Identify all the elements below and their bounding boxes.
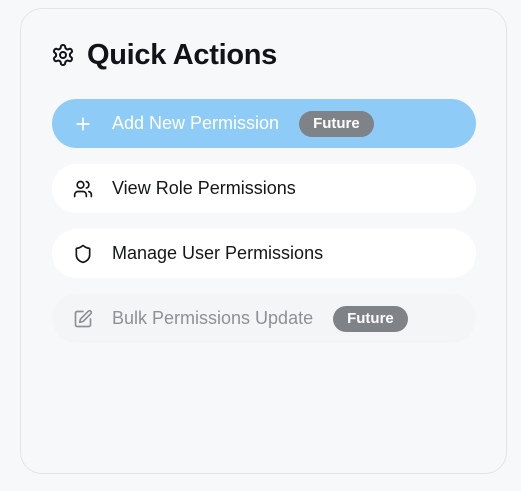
gear-icon bbox=[51, 43, 75, 67]
shield-icon bbox=[72, 243, 94, 265]
future-badge: Future bbox=[299, 110, 374, 137]
action-label: Add New Permission bbox=[112, 113, 280, 133]
view-role-permissions-button[interactable]: View Role Permissions bbox=[52, 164, 476, 213]
card-header: Quick Actions bbox=[51, 37, 277, 73]
page-title: Quick Actions bbox=[87, 38, 278, 71]
add-new-permission-button[interactable]: Add New Permission Future bbox=[52, 99, 476, 148]
actions-list: Add New Permission Future View Role Perm… bbox=[52, 99, 476, 359]
action-label: Bulk Permissions Update bbox=[112, 308, 314, 328]
quick-actions-card: Quick Actions Add New Permission Future bbox=[20, 8, 507, 474]
users-icon bbox=[72, 178, 94, 200]
action-label: Manage User Permissions bbox=[112, 243, 324, 263]
manage-user-permissions-button[interactable]: Manage User Permissions bbox=[52, 229, 476, 278]
bulk-permissions-update-button[interactable]: Bulk Permissions Update Future bbox=[52, 294, 476, 343]
future-badge: Future bbox=[333, 305, 408, 332]
plus-icon bbox=[72, 113, 94, 135]
edit-icon bbox=[72, 308, 94, 330]
action-label: View Role Permissions bbox=[112, 178, 296, 198]
